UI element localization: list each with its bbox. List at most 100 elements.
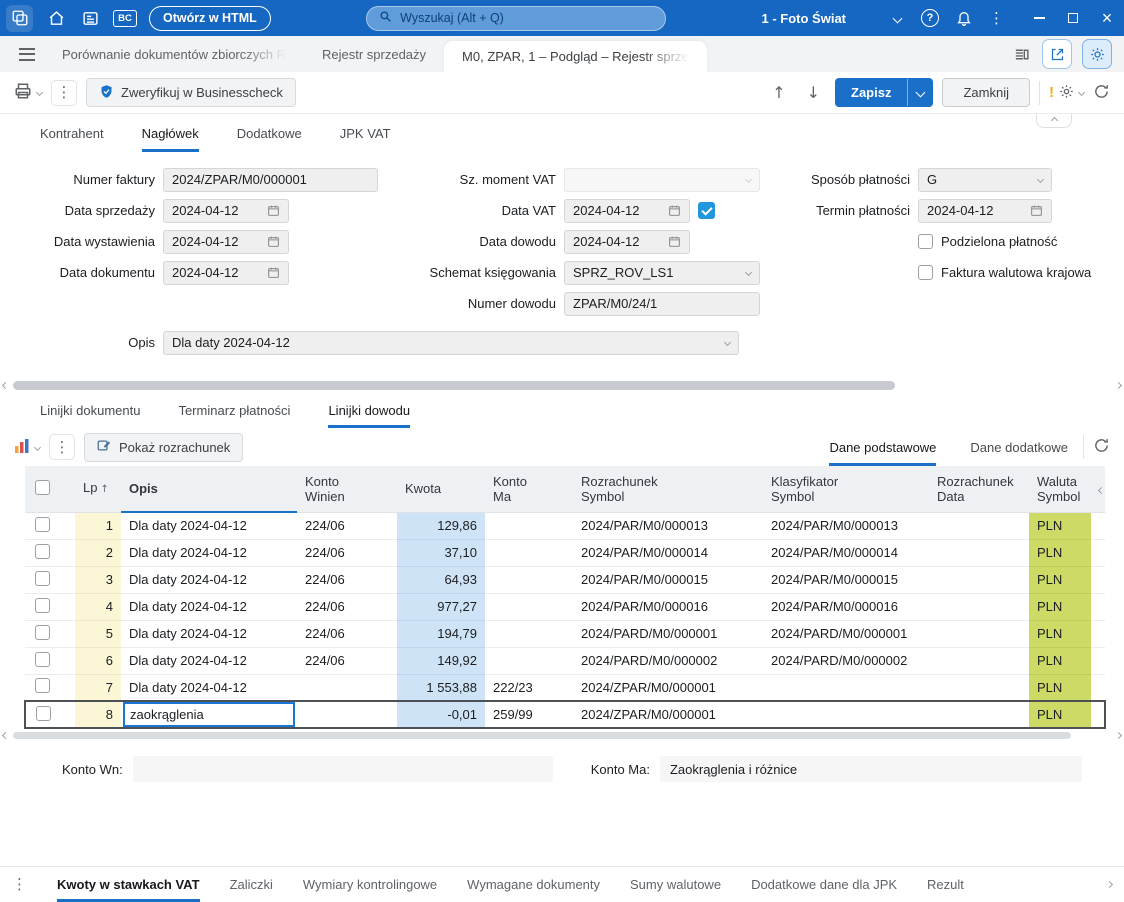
table-row[interactable]: 4 Dla daty 2024-04-12 224/06 977,27 2024… — [25, 593, 1105, 620]
row-checkbox[interactable] — [35, 678, 50, 693]
settings-warning-button[interactable]: ! — [1049, 84, 1084, 102]
company-selector[interactable]: 1 - Foto Świat — [762, 11, 908, 26]
toolbar-kebab-icon[interactable]: ⋮ — [51, 80, 77, 106]
tab-wymagane-dokumenty[interactable]: Wymagane dokumenty — [467, 867, 600, 902]
podzielona-platnosc-checkbox[interactable] — [918, 234, 933, 249]
open-in-html-button[interactable]: Otwórz w HTML — [149, 6, 271, 31]
data-dokumentu-field[interactable]: 2024-04-12 — [163, 261, 289, 285]
scrollbar-thumb[interactable] — [13, 381, 895, 390]
close-document-button[interactable]: Zamknij — [942, 78, 1030, 107]
calendar-icon[interactable] — [267, 266, 280, 279]
menu-icon[interactable] — [10, 36, 44, 72]
select-all-checkbox[interactable] — [35, 480, 50, 495]
calendar-icon[interactable] — [1030, 204, 1043, 217]
header-edge[interactable] — [1091, 466, 1105, 512]
tab-kwoty-w-stawkach-vat[interactable]: Kwoty w stawkach VAT — [57, 867, 200, 902]
brightness-icon[interactable] — [1082, 39, 1112, 69]
scroll-left-icon[interactable] — [2, 381, 9, 388]
tab-dane-dodatkowe[interactable]: Dane dodatkowe — [970, 428, 1068, 466]
save-button[interactable]: Zapisz — [835, 78, 933, 107]
collapse-form-button[interactable] — [1036, 114, 1072, 128]
chart-button[interactable] — [14, 438, 40, 457]
tab-wymiary-kontrolingowe[interactable]: Wymiary kontrolingowe — [303, 867, 437, 902]
row-checkbox[interactable] — [35, 625, 50, 640]
schemat-ksiegowania-field[interactable]: SPRZ_ROV_LS1 — [564, 261, 760, 285]
header-klasyfikator-symbol[interactable]: KlasyfikatorSymbol — [763, 466, 929, 512]
share-icon[interactable] — [1042, 39, 1072, 69]
tab-kontrahent[interactable]: Kontrahent — [40, 114, 104, 152]
data-sprzedazy-field[interactable]: 2024-04-12 — [163, 199, 289, 223]
tab-zaliczki[interactable]: Zaliczki — [230, 867, 273, 902]
row-checkbox[interactable] — [35, 571, 50, 586]
tabs-scroll-right-icon[interactable] — [1106, 881, 1113, 888]
tab-jpk-vat[interactable]: JPK VAT — [340, 114, 391, 152]
titlebar-kebab-icon[interactable]: ⋮ — [989, 11, 1004, 26]
tab-terminarz-platnosci[interactable]: Terminarz płatności — [178, 392, 290, 428]
calendar-icon[interactable] — [267, 235, 280, 248]
opis-edit-input[interactable]: zaokrąglenia — [123, 702, 295, 727]
header-rozrachunek-symbol[interactable]: RozrachunekSymbol — [573, 466, 763, 512]
scrollbar-track[interactable] — [11, 732, 1113, 739]
home-icon[interactable] — [45, 7, 67, 29]
header-konto-winien[interactable]: KontoWinien — [297, 466, 397, 512]
tab-naglowek[interactable]: Nagłówek — [142, 114, 199, 152]
form-horizontal-scrollbar[interactable] — [0, 378, 1124, 392]
pokaz-rozrachunek-button[interactable]: Pokaż rozrachunek — [84, 433, 243, 462]
bell-icon[interactable] — [953, 7, 975, 29]
header-kwota[interactable]: Kwota — [397, 466, 485, 512]
verify-businesscheck-button[interactable]: Zweryfikuj w Businesscheck — [86, 78, 296, 107]
tab-dane-podstawowe[interactable]: Dane podstawowe — [829, 428, 936, 466]
numer-dowodu-field[interactable]: ZPAR/M0/24/1 — [564, 292, 760, 316]
table-row-selected[interactable]: 8 zaokrąglenia -0,01 259/99 2024/ZPAR/M0… — [25, 701, 1105, 728]
header-waluta-symbol[interactable]: WalutaSymbol — [1029, 466, 1091, 512]
scroll-right-icon[interactable] — [1115, 731, 1122, 738]
maximize-button[interactable] — [1056, 0, 1090, 36]
news-icon[interactable] — [79, 7, 101, 29]
scroll-left-icon[interactable] — [2, 731, 9, 738]
app-logo-icon[interactable] — [6, 5, 33, 32]
faktura-walutowa-checkbox[interactable] — [918, 265, 933, 280]
data-vat-field[interactable]: 2024-04-12 — [564, 199, 690, 223]
header-opis[interactable]: Opis — [121, 466, 297, 512]
sposob-platnosci-field[interactable]: G — [918, 168, 1052, 192]
bc-badge-icon[interactable]: BC — [113, 10, 137, 27]
close-button[interactable]: × — [1090, 0, 1124, 36]
table-row[interactable]: 1 Dla daty 2024-04-12 224/06 129,86 2024… — [25, 512, 1105, 539]
table-row[interactable]: 6 Dla daty 2024-04-12 224/06 149,92 2024… — [25, 647, 1105, 674]
data-dowodu-field[interactable]: 2024-04-12 — [564, 230, 690, 254]
header-rozrachunek-data[interactable]: RozrachunekData — [929, 466, 1029, 512]
print-button[interactable] — [14, 82, 42, 103]
refresh-icon[interactable] — [1093, 83, 1110, 103]
table-row[interactable]: 7 Dla daty 2024-04-12 1 553,88 222/23 20… — [25, 674, 1105, 701]
row-checkbox[interactable] — [35, 652, 50, 667]
table-row[interactable]: 5 Dla daty 2024-04-12 224/06 194,79 2024… — [25, 620, 1105, 647]
row-checkbox[interactable] — [36, 706, 51, 721]
collapse-columns-icon[interactable] — [1098, 487, 1105, 494]
minimize-button[interactable] — [1022, 0, 1056, 36]
row-checkbox[interactable] — [35, 544, 50, 559]
row-checkbox[interactable] — [35, 598, 50, 613]
tab-rejestr-sprzedazy[interactable]: Rejestr sprzedaży — [304, 36, 444, 72]
search-input[interactable]: Wyszukaj (Alt + Q) — [366, 6, 666, 31]
header-konto-ma[interactable]: KontoMa — [485, 466, 573, 512]
tab-dodatkowe-dane-jpk[interactable]: Dodatkowe dane dla JPK — [751, 867, 897, 902]
tab-rezult[interactable]: Rezult — [927, 867, 964, 902]
data-vat-checkbox[interactable] — [698, 202, 715, 219]
table-row[interactable]: 3 Dla daty 2024-04-12 224/06 64,93 2024/… — [25, 566, 1105, 593]
header-lp[interactable]: Lp↑ — [75, 466, 121, 512]
help-icon[interactable]: ? — [921, 9, 939, 27]
termin-platnosci-field[interactable]: 2024-04-12 — [918, 199, 1052, 223]
chevron-down-icon[interactable] — [746, 270, 751, 275]
calendar-icon[interactable] — [267, 204, 280, 217]
chevron-down-icon[interactable] — [725, 340, 730, 345]
data-wystawienia-field[interactable]: 2024-04-12 — [163, 230, 289, 254]
opis-field[interactable]: Dla daty 2024-04-12 — [163, 331, 739, 355]
tab-linijki-dokumentu[interactable]: Linijki dokumentu — [40, 392, 140, 428]
calendar-icon[interactable] — [668, 235, 681, 248]
chevron-down-icon[interactable] — [1038, 177, 1043, 182]
tab-linijki-dowodu[interactable]: Linijki dowodu — [328, 392, 410, 428]
scrollbar-thumb[interactable] — [13, 732, 1071, 739]
tab-porownanie-dokumentow[interactable]: Porównanie dokumentów zbiorczych R — [44, 36, 304, 72]
next-record-icon[interactable]: ↓ — [801, 83, 826, 102]
grid-kebab-icon[interactable]: ⋮ — [49, 434, 75, 460]
